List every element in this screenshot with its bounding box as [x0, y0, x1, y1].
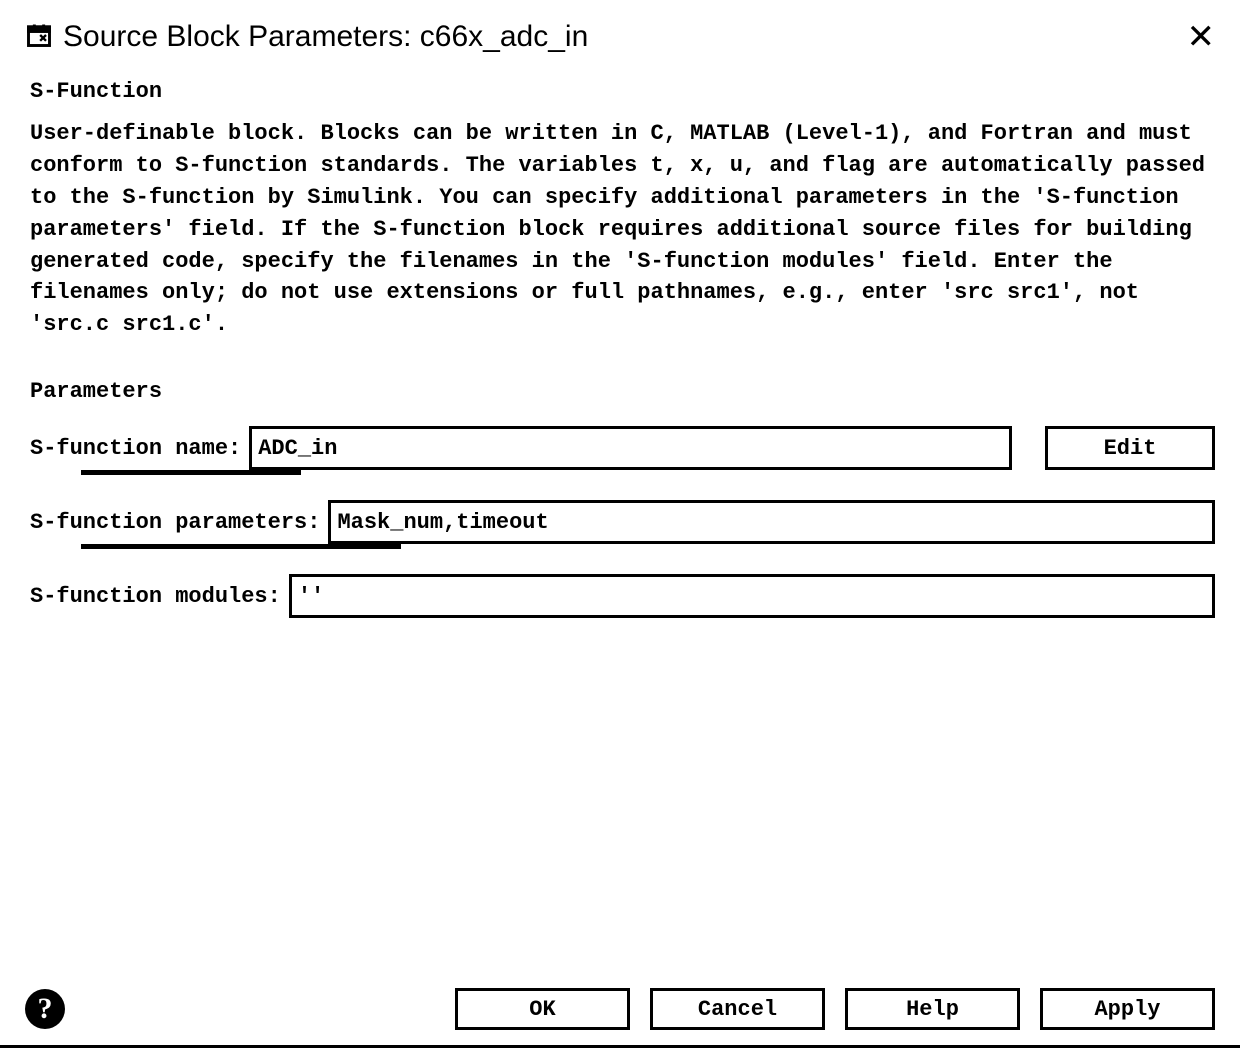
description-text: User-definable block. Blocks can be writ…: [25, 118, 1215, 341]
form-area: S-function name: Edit S-function paramet…: [25, 418, 1215, 973]
sfunction-name-input[interactable]: [249, 426, 1012, 470]
help-icon[interactable]: ?: [25, 989, 65, 1029]
window-icon: [25, 21, 53, 54]
cancel-button[interactable]: Cancel: [650, 988, 825, 1030]
title-left: Source Block Parameters: c66x_adc_in: [25, 20, 588, 54]
sfunction-name-label: S-function name:: [25, 436, 241, 461]
sfunction-params-label: S-function parameters:: [25, 510, 320, 535]
dialog-window: Source Block Parameters: c66x_adc_in ✕ S…: [0, 0, 1240, 1048]
parameters-heading: Parameters: [30, 379, 1215, 404]
sfunction-heading: S-Function: [30, 79, 1215, 104]
buttons-right: OK Cancel Help Apply: [455, 988, 1215, 1030]
sfunction-params-input[interactable]: [328, 500, 1215, 544]
window-title: Source Block Parameters: c66x_adc_in: [63, 20, 588, 54]
sfunction-modules-label: S-function modules:: [25, 584, 281, 609]
sfunction-modules-input[interactable]: [289, 574, 1215, 618]
sfunction-modules-row: S-function modules:: [25, 574, 1215, 618]
sfunction-name-row: S-function name: Edit: [25, 426, 1215, 470]
edit-button[interactable]: Edit: [1045, 426, 1215, 470]
apply-button[interactable]: Apply: [1040, 988, 1215, 1030]
sfunction-params-row: S-function parameters:: [25, 500, 1215, 544]
help-button[interactable]: Help: [845, 988, 1020, 1030]
title-bar: Source Block Parameters: c66x_adc_in ✕: [25, 15, 1215, 69]
ok-button[interactable]: OK: [455, 988, 630, 1030]
button-bar: ? OK Cancel Help Apply: [25, 973, 1215, 1030]
close-icon[interactable]: ✕: [1187, 20, 1216, 54]
